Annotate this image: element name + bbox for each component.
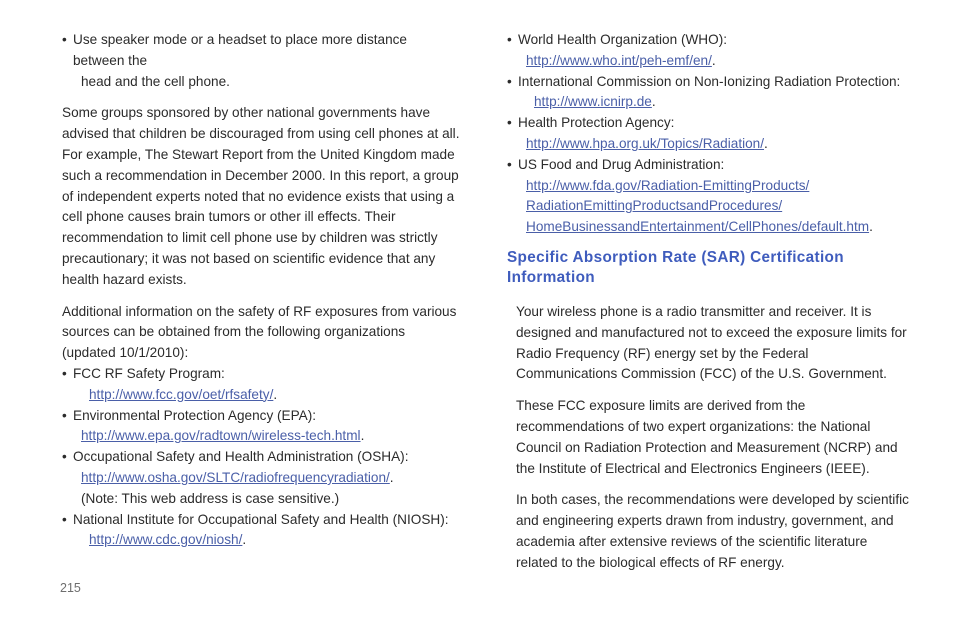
paragraph-wireless-phone: Your wireless phone is a radio transmitt… — [516, 303, 907, 382]
document-page: Use speaker mode or a headset to place m… — [0, 0, 954, 636]
bullet-text: Use speaker mode or a headset to place m… — [73, 32, 407, 68]
organization-label: US Food and Drug Administration: — [518, 156, 725, 172]
organization-label: Environmental Protection Agency (EPA): — [73, 407, 317, 423]
list-item: Occupational Safety and Health Administr… — [62, 447, 462, 509]
organization-url-line: http://www.hpa.org.uk/Topics/Radiation/. — [518, 134, 909, 155]
link-who[interactable]: http://www.who.int/peh-emf/en/ — [526, 53, 712, 68]
organization-bullet-list-right: World Health Organization (WHO): http://… — [507, 30, 909, 238]
list-item: Health Protection Agency: http://www.hpa… — [507, 113, 909, 155]
organization-label: FCC RF Safety Program: — [73, 365, 225, 381]
sentence-period: . — [360, 428, 365, 444]
list-item: FCC RF Safety Program: http://www.fcc.go… — [62, 364, 462, 406]
list-item: US Food and Drug Administration: http://… — [507, 155, 909, 238]
organization-url-note: (Note: This web address is case sensitiv… — [81, 490, 340, 506]
link-hpa[interactable]: http://www.hpa.org.uk/Topics/Radiation/ — [526, 136, 764, 151]
right-column: World Health Organization (WHO): http://… — [507, 30, 909, 585]
organization-bullet-list-left: FCC RF Safety Program: http://www.fcc.go… — [62, 364, 462, 551]
sentence-period: . — [711, 52, 716, 68]
paragraph-additional-information: Additional information on the safety of … — [62, 303, 457, 361]
left-column: Use speaker mode or a headset to place m… — [62, 30, 462, 551]
speaker-mode-bullet-list: Use speaker mode or a headset to place m… — [62, 30, 462, 92]
paragraph-government-groups: Some groups sponsored by other national … — [62, 105, 460, 287]
link-fda-part1[interactable]: http://www.fda.gov/Radiation-EmittingPro… — [526, 178, 809, 193]
organization-label: Occupational Safety and Health Administr… — [73, 449, 409, 465]
sentence-period: . — [273, 386, 278, 402]
bullet-text-continued: head and the cell phone. — [81, 73, 230, 89]
organization-url-line: http://www.osha.gov/SLTC/radiofrequencyr… — [73, 468, 462, 489]
organization-label: World Health Organization (WHO): — [518, 32, 728, 47]
organization-label: International Commission on Non-Ionizing… — [518, 73, 901, 89]
sentence-period: . — [869, 219, 873, 235]
paragraph-recommendations: In both cases, the recommendations were … — [516, 492, 909, 570]
organization-url-line: http://www.epa.gov/radtown/wireless-tech… — [73, 426, 462, 447]
list-item: Use speaker mode or a headset to place m… — [62, 30, 462, 92]
organization-url-line: http://www.icnirp.de. — [518, 92, 909, 113]
page-number: 215 — [60, 581, 81, 595]
list-item: International Commission on Non-Ionizing… — [507, 72, 909, 114]
paragraph-fcc-limits: These FCC exposure limits are derived fr… — [516, 398, 898, 476]
sentence-period: . — [651, 94, 656, 110]
sentence-period: . — [389, 469, 394, 485]
organization-url-line: http://www.fda.gov/Radiation-EmittingPro… — [518, 176, 909, 197]
link-fda-part3[interactable]: HomeBusinessandEntertainment/CellPhones/… — [526, 219, 869, 234]
organization-label: National Institute for Occupational Safe… — [73, 511, 449, 527]
organization-url-line: RadiationEmittingProductsandProcedures/ — [518, 196, 909, 217]
link-osha[interactable]: http://www.osha.gov/SLTC/radiofrequencyr… — [81, 470, 390, 485]
link-icnirp[interactable]: http://www.icnirp.de — [534, 94, 652, 109]
sar-body-text: Your wireless phone is a radio transmitt… — [507, 302, 909, 574]
link-niosh[interactable]: http://www.cdc.gov/niosh/ — [89, 532, 242, 547]
link-fcc[interactable]: http://www.fcc.gov/oet/rfsafety/ — [89, 387, 273, 402]
list-item: Environmental Protection Agency (EPA): h… — [62, 406, 462, 448]
sentence-period: . — [764, 135, 768, 151]
organization-url-line: http://www.fcc.gov/oet/rfsafety/. — [73, 385, 462, 406]
organization-label: Health Protection Agency: — [518, 115, 675, 131]
list-item: National Institute for Occupational Safe… — [62, 510, 462, 552]
organization-url-line: http://www.who.int/peh-emf/en/. — [518, 51, 909, 72]
link-fda-part2[interactable]: RadiationEmittingProductsandProcedures/ — [526, 198, 782, 213]
organization-url-line: HomeBusinessandEntertainment/CellPhones/… — [518, 217, 909, 238]
organization-url-line: http://www.cdc.gov/niosh/. — [73, 530, 462, 551]
sentence-period: . — [242, 532, 247, 548]
list-item: World Health Organization (WHO): http://… — [507, 30, 909, 72]
page-title: Specific Absorption Rate (SAR) Certifica… — [507, 248, 844, 286]
link-epa[interactable]: http://www.epa.gov/radtown/wireless-tech… — [81, 428, 361, 443]
